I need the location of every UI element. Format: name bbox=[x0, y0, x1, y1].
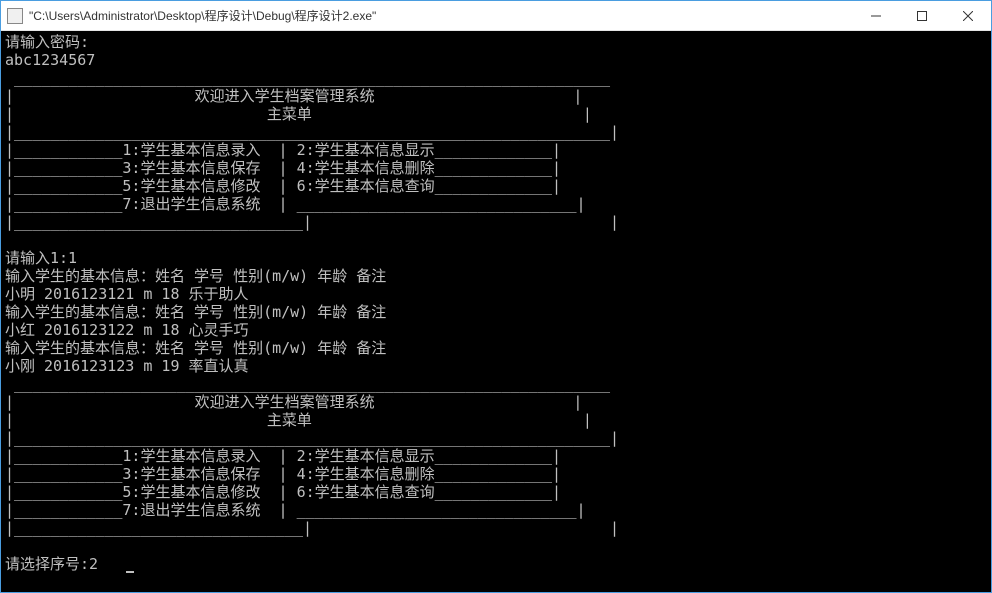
menu-item-1: 1:学生基本信息录入 bbox=[122, 141, 260, 159]
menu2-item-4: 4:学生基本信息删除 bbox=[297, 465, 435, 483]
record-1: 小明 2016123121 m 18 乐于助人 bbox=[5, 285, 249, 303]
close-button[interactable] bbox=[945, 1, 991, 30]
titlebar: "C:\Users\Administrator\Desktop\程序设计\Deb… bbox=[1, 1, 991, 31]
menu2-item-6: 6:学生基本信息查询 bbox=[297, 483, 435, 501]
select-prompt: 请选择序号: bbox=[5, 555, 89, 573]
minimize-button[interactable] bbox=[853, 1, 899, 30]
menu-item-5: 5:学生基本信息修改 bbox=[122, 177, 260, 195]
record-3: 小刚 2016123123 m 19 率直认真 bbox=[5, 357, 249, 375]
password-value: abc1234567 bbox=[5, 51, 95, 69]
menu-subtitle-2: 主菜单 bbox=[267, 411, 312, 429]
password-prompt: 请输入密码: bbox=[5, 33, 89, 51]
window-title: "C:\Users\Administrator\Desktop\程序设计\Deb… bbox=[29, 7, 853, 24]
app-icon bbox=[7, 8, 23, 24]
menu-title: 欢迎进入学生档案管理系统 bbox=[195, 87, 375, 105]
entry-prompt-1: 输入学生的基本信息：姓名 学号 性别(m/w) 年龄 备注 bbox=[5, 267, 386, 285]
menu2-item-7: 7:退出学生信息系统 bbox=[122, 501, 260, 519]
select-value: 2 bbox=[89, 555, 98, 573]
menu-subtitle: 主菜单 bbox=[267, 105, 312, 123]
window-controls bbox=[853, 1, 991, 30]
menu-item-3: 3:学生基本信息保存 bbox=[122, 159, 260, 177]
menu-item-4: 4:学生基本信息删除 bbox=[297, 159, 435, 177]
record-2: 小红 2016123122 m 18 心灵手巧 bbox=[5, 321, 249, 339]
menu2-item-2: 2:学生基本信息显示 bbox=[297, 447, 435, 465]
entry-prompt-3: 输入学生的基本信息：姓名 学号 性别(m/w) 年龄 备注 bbox=[5, 339, 386, 357]
app-window: "C:\Users\Administrator\Desktop\程序设计\Deb… bbox=[0, 0, 992, 593]
menu-title-2: 欢迎进入学生档案管理系统 bbox=[195, 393, 375, 411]
input-line-1: 请输入1:1 bbox=[5, 249, 77, 267]
menu2-item-1: 1:学生基本信息录入 bbox=[122, 447, 260, 465]
entry-prompt-2: 输入学生的基本信息：姓名 学号 性别(m/w) 年龄 备注 bbox=[5, 303, 386, 321]
cursor bbox=[126, 571, 134, 573]
menu-item-7: 7:退出学生信息系统 bbox=[122, 195, 260, 213]
console-output[interactable]: 请输入密码: abc1234567 ______________________… bbox=[1, 31, 991, 592]
menu2-item-5: 5:学生基本信息修改 bbox=[122, 483, 260, 501]
menu-item-2: 2:学生基本信息显示 bbox=[297, 141, 435, 159]
maximize-button[interactable] bbox=[899, 1, 945, 30]
menu2-item-3: 3:学生基本信息保存 bbox=[122, 465, 260, 483]
menu-item-6: 6:学生基本信息查询 bbox=[297, 177, 435, 195]
